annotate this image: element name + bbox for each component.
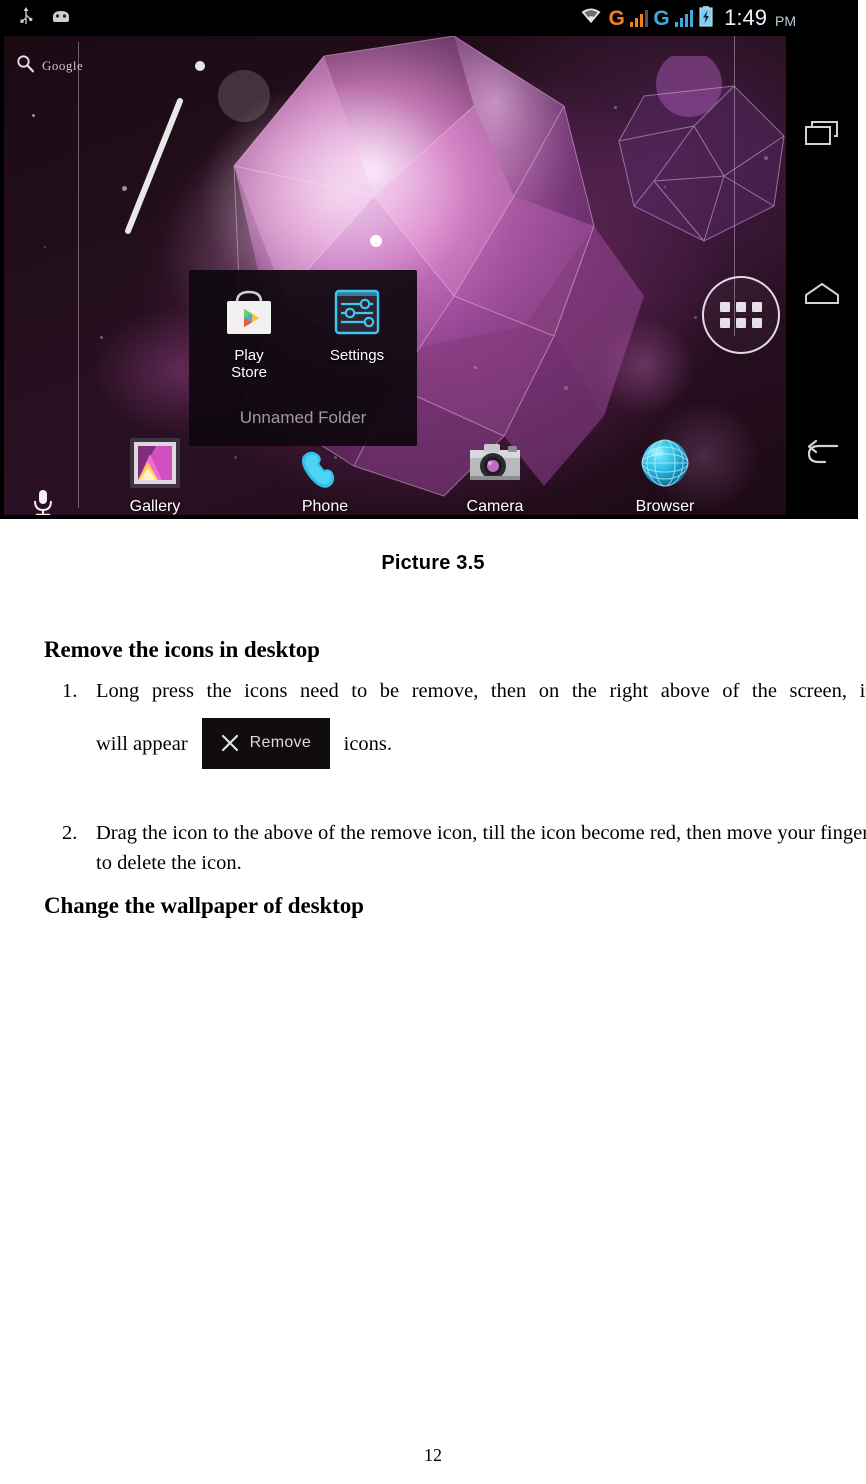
step-item-2: 2. Drag the icon to the above of the rem…	[62, 818, 866, 879]
home-screen-dock: Gallery Phone Camera Browser	[100, 434, 720, 515]
google-search-widget[interactable]: Google	[16, 54, 83, 78]
figure-caption: Picture 3.5	[381, 552, 485, 574]
dock-app-label: Phone	[301, 498, 349, 515]
status-bar-clock: 1:49	[724, 5, 767, 30]
remove-badge-image: Remove	[201, 718, 330, 770]
android-screenshot: G G 1:49 PM Google Play Store Settings U…	[0, 0, 858, 519]
heading-remove-icons: Remove the icons in desktop	[44, 637, 320, 662]
step-text: Long press the icons need to be remove, …	[96, 680, 866, 702]
camera-icon	[466, 434, 524, 492]
gallery-icon	[126, 434, 184, 492]
battery-charging-icon	[698, 5, 714, 32]
status-bar: G G 1:49 PM	[0, 0, 858, 36]
signal-bars-1	[629, 9, 649, 27]
recents-icon[interactable]	[798, 114, 846, 154]
dock-app-gallery[interactable]: Gallery	[100, 434, 210, 515]
dock-app-label: Camera	[466, 498, 524, 515]
dock-app-label: Browser	[635, 498, 695, 515]
folder-app-label: Play Store	[231, 347, 267, 381]
step-number: 2.	[62, 822, 78, 844]
dock-app-phone[interactable]: Phone	[270, 434, 380, 515]
signal-bars-2	[674, 9, 694, 27]
microphone-icon[interactable]	[30, 488, 56, 515]
android-debug-icon	[50, 8, 72, 29]
step-text-lead: will appear	[96, 732, 188, 755]
close-x-icon	[220, 732, 240, 752]
home-icon[interactable]	[798, 274, 846, 314]
open-folder-popup[interactable]: Play Store Settings Unnamed Folder	[189, 270, 417, 446]
status-bar-left-icons	[18, 6, 72, 31]
navigation-bar	[786, 36, 858, 519]
step-number: 1.	[62, 680, 78, 702]
dock-app-label: Gallery	[129, 498, 181, 515]
step-item-1: 1. Long press the icons need to be remov…	[62, 676, 866, 770]
network-label-2: G	[653, 6, 670, 30]
apps-grid-icon[interactable]	[702, 276, 780, 354]
folder-app-play-store[interactable]: Play Store	[216, 284, 282, 381]
status-bar-right-icons: G G 1:49 PM	[579, 2, 796, 34]
usb-icon	[18, 6, 34, 31]
folder-name-label[interactable]: Unnamed Folder	[189, 408, 417, 428]
wifi-icon	[579, 6, 603, 31]
back-arrow-icon[interactable]	[798, 434, 846, 474]
remove-badge-label: Remove	[249, 734, 312, 752]
search-icon	[16, 54, 35, 78]
step-text-after: icons.	[343, 732, 393, 755]
folder-app-settings[interactable]: Settings	[324, 284, 390, 381]
dock-app-camera[interactable]: Camera	[440, 434, 550, 515]
step-text: Drag the icon to the above of the remove…	[96, 822, 866, 875]
page-number: 12	[424, 1445, 442, 1465]
dock-app-browser[interactable]: Browser	[610, 434, 720, 515]
google-label: Google	[42, 58, 84, 73]
heading-change-wallpaper: Change the wallpaper of desktop	[44, 893, 364, 918]
status-bar-meridiem: PM	[775, 13, 796, 29]
home-screen: Google Play Store Settings Unnamed Folde…	[4, 36, 854, 515]
phone-handset-icon	[296, 434, 354, 492]
page-divider-left	[78, 42, 79, 508]
play-store-icon	[221, 284, 277, 340]
browser-globe-icon	[636, 434, 694, 492]
folder-app-label: Settings	[329, 347, 385, 364]
network-label-1: G	[608, 6, 625, 30]
settings-sliders-icon	[329, 284, 385, 340]
